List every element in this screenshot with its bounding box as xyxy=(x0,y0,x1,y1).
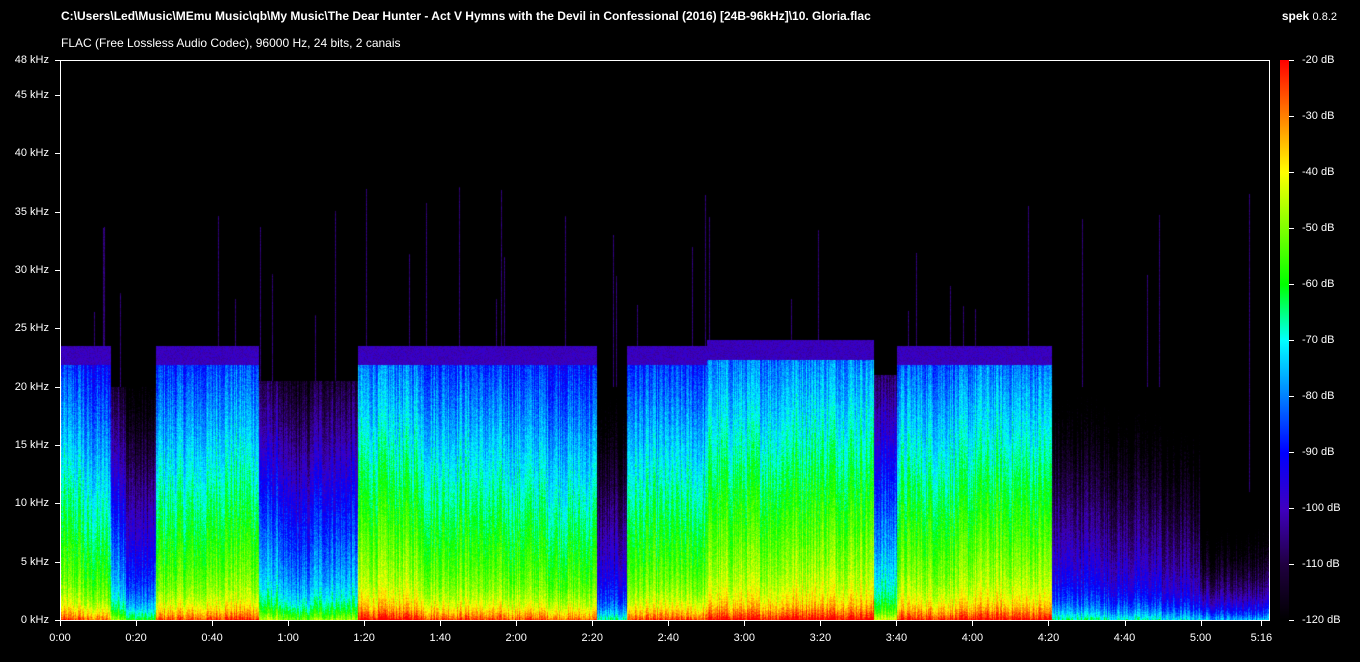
y-tick-label: 35 kHz xyxy=(14,205,49,218)
x-tick-mark xyxy=(1261,621,1262,626)
x-tick-mark xyxy=(516,621,517,626)
y-tick-mark xyxy=(55,328,60,329)
spectrogram-canvas xyxy=(61,61,1269,620)
y-tick-label: 15 kHz xyxy=(14,439,49,451)
colorbar-tick-label: -120 dB xyxy=(1302,614,1341,626)
colorbar-tick-label: -80 dB xyxy=(1302,390,1335,402)
y-tick-label: 20 kHz xyxy=(14,380,49,393)
x-tick-label: 1:00 xyxy=(277,632,299,644)
y-tick-mark xyxy=(55,212,60,213)
y-tick-label: 10 kHz xyxy=(14,497,49,510)
colorbar-tick-mark xyxy=(1289,564,1294,565)
y-tick-mark xyxy=(55,270,60,271)
x-tick-mark xyxy=(1125,621,1126,626)
colorbar-tick-label: -60 dB xyxy=(1302,278,1335,290)
x-tick-label: 5:00 xyxy=(1189,632,1212,644)
y-tick-label: 45 kHz xyxy=(14,89,49,101)
x-tick-mark xyxy=(820,621,821,626)
colorbar-tick-mark xyxy=(1289,620,1294,621)
colorbar-tick-label: -70 dB xyxy=(1302,334,1335,346)
x-tick-mark xyxy=(212,621,213,626)
y-tick-label: 30 kHz xyxy=(14,264,49,276)
x-tick-label: 1:40 xyxy=(429,632,451,644)
x-tick-label: 2:20 xyxy=(581,632,603,644)
format-info: FLAC (Free Lossless Audio Codec), 96000 … xyxy=(61,36,401,50)
y-tick-mark xyxy=(55,60,60,61)
x-tick-mark xyxy=(1048,621,1049,626)
x-tick-mark xyxy=(288,621,289,626)
y-tick-mark xyxy=(55,387,60,388)
x-tick-mark xyxy=(744,621,745,626)
x-tick-label: 4:40 xyxy=(1113,632,1136,644)
colorbar-tick-mark xyxy=(1289,228,1294,229)
db-colorbar xyxy=(1280,60,1289,621)
x-tick-mark xyxy=(592,621,593,626)
colorbar-tick-mark xyxy=(1289,452,1294,453)
colorbar-tick-label: -110 dB xyxy=(1302,558,1340,570)
x-tick-label: 1:20 xyxy=(353,632,375,644)
colorbar-tick-mark xyxy=(1289,284,1294,285)
colorbar-tick-label: -40 dB xyxy=(1302,166,1335,178)
y-tick-mark xyxy=(55,562,60,563)
colorbar-tick-mark xyxy=(1289,172,1294,173)
app-name-label: spek xyxy=(1281,9,1310,23)
x-tick-label: 5:16 xyxy=(1250,632,1273,644)
x-tick-label: 4:20 xyxy=(1037,632,1060,644)
y-tick-label: 5 kHz xyxy=(20,555,49,568)
x-tick-mark xyxy=(60,621,61,626)
colorbar-tick-label: -30 dB xyxy=(1302,110,1335,122)
x-tick-label: 4:00 xyxy=(961,632,984,644)
x-tick-mark xyxy=(896,621,897,626)
colorbar-tick-label: -50 dB xyxy=(1302,222,1335,234)
colorbar-tick-label: -20 dB xyxy=(1302,54,1335,66)
x-tick-label: 0:20 xyxy=(125,632,147,644)
app-name: spek 0.8.2 xyxy=(1282,9,1337,23)
x-tick-mark xyxy=(972,621,973,626)
colorbar-tick-label: -100 dB xyxy=(1302,502,1341,514)
x-tick-label: 3:00 xyxy=(733,632,756,644)
x-tick-mark xyxy=(136,621,137,626)
x-tick-mark xyxy=(364,621,365,626)
colorbar-tick-label: -90 dB xyxy=(1302,446,1335,458)
x-tick-mark xyxy=(1201,621,1202,626)
y-tick-label: 0 kHz xyxy=(20,614,49,626)
y-tick-mark xyxy=(55,95,60,96)
file-path-title: C:\Users\Led\Music\MEmu Music\qb\My Musi… xyxy=(61,9,871,23)
y-tick-mark xyxy=(55,445,60,446)
y-tick-mark xyxy=(55,503,60,504)
y-tick-label: 48 kHz xyxy=(14,54,49,66)
x-tick-label: 3:20 xyxy=(809,632,832,644)
x-tick-mark xyxy=(668,621,669,626)
app-version: 0.8.2 xyxy=(1312,11,1337,23)
colorbar-tick-mark xyxy=(1289,116,1294,117)
x-tick-label: 0:00 xyxy=(49,632,71,644)
spectrogram-plot xyxy=(60,60,1270,621)
x-tick-label: 3:40 xyxy=(885,632,908,644)
x-tick-label: 2:00 xyxy=(505,632,527,644)
colorbar-tick-mark xyxy=(1289,340,1294,341)
y-tick-label: 25 kHz xyxy=(14,322,49,335)
colorbar-tick-mark xyxy=(1289,60,1294,61)
y-tick-mark xyxy=(55,153,60,154)
x-tick-label: 2:40 xyxy=(657,632,680,644)
colorbar-tick-mark xyxy=(1289,396,1294,397)
x-tick-mark xyxy=(440,621,441,626)
y-tick-label: 40 kHz xyxy=(14,147,49,160)
colorbar-tick-mark xyxy=(1289,508,1294,509)
x-tick-label: 0:40 xyxy=(201,632,223,644)
